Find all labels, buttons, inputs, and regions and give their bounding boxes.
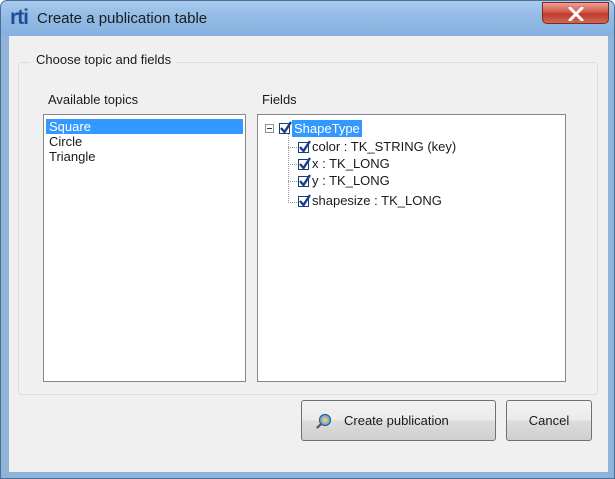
checkmark-icon bbox=[299, 194, 312, 207]
topic-item-square[interactable]: Square bbox=[46, 119, 243, 134]
topic-item-circle[interactable]: Circle bbox=[46, 134, 243, 149]
tree-node-label: shapesize : TK_LONG bbox=[312, 193, 442, 208]
window-title: Create a publication table bbox=[37, 10, 208, 27]
x-field-checkbox[interactable] bbox=[298, 157, 312, 170]
tree-node-label: ShapeType bbox=[292, 120, 362, 137]
close-icon bbox=[568, 7, 584, 21]
shapesize-field-checkbox[interactable] bbox=[298, 194, 312, 207]
create-publication-button[interactable]: Create publication bbox=[301, 400, 496, 441]
topics-listbox[interactable]: Square Circle Triangle bbox=[43, 114, 246, 382]
shapetype-checkbox[interactable] bbox=[279, 121, 293, 134]
create-publication-label: Create publication bbox=[344, 413, 449, 428]
checkmark-icon bbox=[299, 174, 312, 187]
title-bar[interactable]: rti Create a publication table bbox=[1, 1, 614, 36]
collapse-toggle-icon[interactable] bbox=[265, 124, 274, 133]
publication-icon bbox=[316, 413, 332, 429]
group-title: Choose topic and fields bbox=[30, 52, 178, 67]
tree-line bbox=[288, 202, 297, 203]
topic-item-triangle[interactable]: Triangle bbox=[46, 149, 243, 164]
color-field-checkbox[interactable] bbox=[298, 140, 312, 153]
cancel-label: Cancel bbox=[528, 413, 570, 428]
tree-line bbox=[288, 134, 289, 203]
tree-line bbox=[288, 147, 297, 148]
tree-line bbox=[288, 164, 297, 165]
checkmark-icon bbox=[299, 157, 312, 170]
fields-label: Fields bbox=[262, 92, 297, 107]
available-topics-label: Available topics bbox=[48, 92, 139, 107]
tree-node-label: color : TK_STRING (key) bbox=[312, 139, 457, 154]
tree-node-label: y : TK_LONG bbox=[312, 173, 390, 188]
tree-line bbox=[288, 181, 297, 182]
close-button[interactable] bbox=[542, 2, 609, 24]
y-field-checkbox[interactable] bbox=[298, 174, 312, 187]
fields-tree[interactable]: ShapeType color : TK_STRING (key) x : TK… bbox=[257, 114, 566, 382]
cancel-button[interactable]: Cancel bbox=[506, 400, 592, 441]
tree-node-label: x : TK_LONG bbox=[312, 156, 390, 171]
checkmark-icon bbox=[280, 121, 293, 134]
checkmark-icon bbox=[299, 140, 312, 153]
rti-logo-icon: rti bbox=[10, 6, 29, 29]
